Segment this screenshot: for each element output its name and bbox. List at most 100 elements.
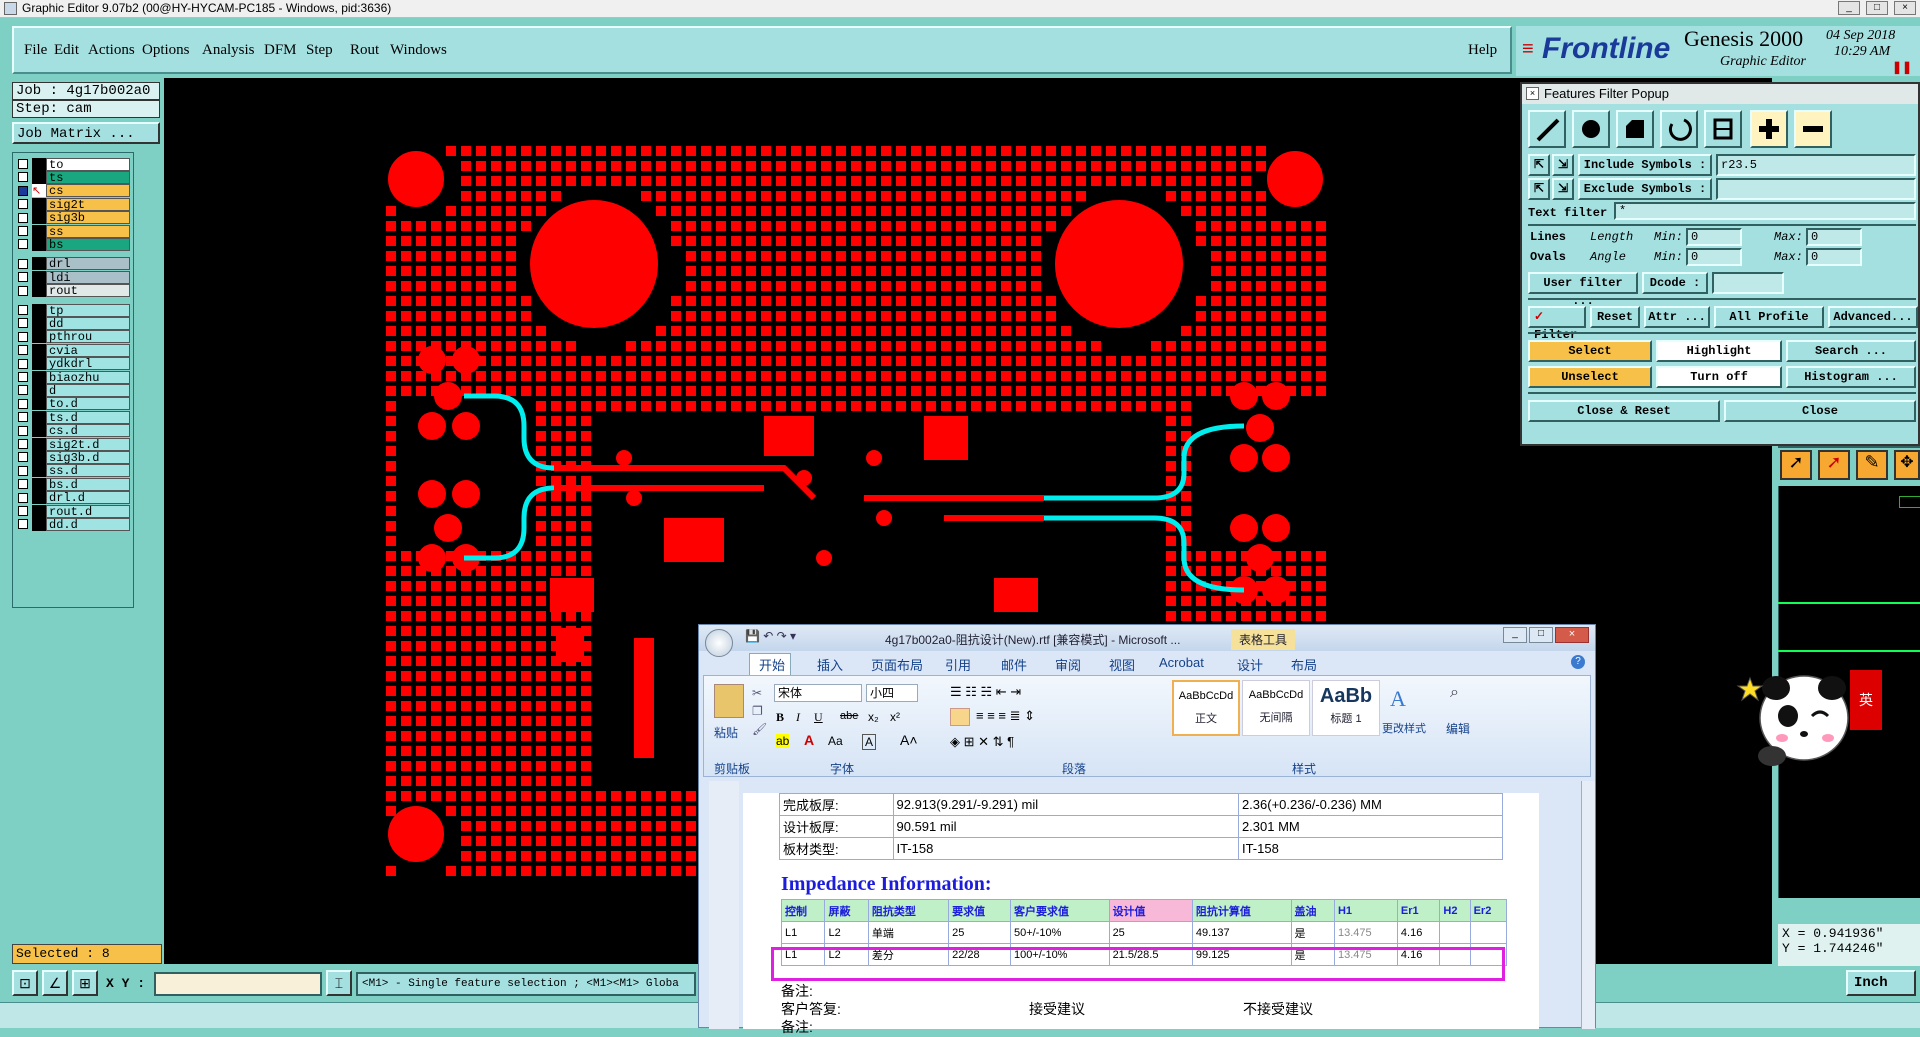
menu-windows[interactable]: Windows: [390, 42, 447, 59]
layer-checkbox[interactable]: [18, 212, 28, 223]
find-icon[interactable]: ⌕: [1450, 684, 1459, 702]
dcode-button[interactable]: Dcode :: [1642, 272, 1708, 294]
quick-access-icon[interactable]: 💾 ↶ ↷ ▾: [745, 629, 796, 643]
accept-option[interactable]: 接受建议: [1029, 999, 1085, 1019]
angle-min-input[interactable]: 0: [1686, 248, 1742, 266]
layer-name[interactable]: ydkdrl: [46, 357, 130, 371]
paste-icon[interactable]: [714, 684, 744, 718]
layer-checkbox[interactable]: [18, 492, 28, 503]
layer-checkbox[interactable]: [18, 398, 28, 409]
grid-tool-icon[interactable]: ⊞: [72, 970, 98, 996]
layer-row[interactable]: ts: [18, 170, 130, 184]
text-filter-input[interactable]: *: [1614, 202, 1916, 220]
tab-table-layout[interactable]: 布局: [1291, 655, 1317, 674]
layer-row[interactable]: dd.d: [18, 517, 130, 531]
layer-row[interactable]: cs.d: [18, 424, 130, 438]
tab-home[interactable]: 开始: [759, 655, 785, 674]
vertical-scrollbar[interactable]: [1581, 781, 1595, 1029]
select-red-arrow-icon[interactable]: ➚: [1818, 450, 1850, 480]
document-page[interactable]: 完成板厚: 92.913(9.291/-9.291) mil 2.36(+0.236…: [743, 793, 1539, 1035]
pad-filter-icon[interactable]: [1572, 110, 1610, 148]
tab-mailings[interactable]: 邮件: [1001, 655, 1027, 674]
align-left-icon[interactable]: [950, 708, 970, 726]
unit-select[interactable]: Inch: [1846, 970, 1916, 996]
font-size-select[interactable]: 小四: [866, 684, 918, 702]
layer-name[interactable]: bs: [46, 237, 130, 251]
layer-name[interactable]: drl: [46, 257, 130, 271]
layer-checkbox[interactable]: [18, 452, 28, 463]
close-reset-button[interactable]: Close & Reset: [1528, 400, 1720, 422]
menu-help[interactable]: Help: [1468, 42, 1497, 59]
zoom-tool-icon[interactable]: ⊡: [12, 970, 38, 996]
include-pick2-icon[interactable]: ⇲: [1552, 154, 1574, 176]
tab-insert[interactable]: 插入: [817, 655, 843, 674]
word-maximize-button[interactable]: □: [1529, 627, 1553, 643]
ffp-close-icon[interactable]: ×: [1526, 87, 1539, 100]
menu-actions[interactable]: Actions: [88, 42, 135, 59]
layer-checkbox[interactable]: [18, 185, 28, 196]
layer-name[interactable]: drl.d: [46, 491, 130, 505]
format-painter-icon[interactable]: 🖌: [752, 722, 767, 736]
layer-row[interactable]: ydkdrl: [18, 357, 130, 371]
layer-row[interactable]: ↖ cs: [18, 184, 130, 198]
layer-checkbox[interactable]: [18, 159, 28, 169]
copy-icon[interactable]: ❐: [752, 704, 763, 718]
layer-row[interactable]: biaozhu: [18, 370, 130, 384]
layer-row[interactable]: rout.d: [18, 504, 130, 518]
layer-checkbox[interactable]: [18, 439, 28, 449]
layer-checkbox[interactable]: [18, 385, 28, 396]
layer-checkbox[interactable]: [18, 331, 28, 342]
change-case-icon[interactable]: Aa: [828, 734, 843, 748]
highlight-button[interactable]: Highlight: [1656, 340, 1782, 362]
layer-checkbox[interactable]: [18, 412, 28, 423]
layer-name[interactable]: sig3b.d: [46, 450, 130, 464]
layer-checkbox[interactable]: [18, 172, 28, 183]
close-filter-button[interactable]: Close: [1724, 400, 1916, 422]
exclude-symbols-input[interactable]: [1716, 178, 1916, 200]
surface-filter-icon[interactable]: [1616, 110, 1654, 148]
turn-off-button[interactable]: Turn off: [1656, 366, 1782, 388]
layer-name[interactable]: cs: [46, 184, 130, 198]
xy-input[interactable]: [154, 972, 322, 996]
cut-icon[interactable]: ✂: [752, 686, 762, 700]
layer-checkbox[interactable]: [18, 479, 28, 490]
layer-name[interactable]: bs.d: [46, 477, 130, 491]
menu-dfm[interactable]: DFM: [264, 42, 297, 59]
layer-name[interactable]: tp: [46, 303, 130, 317]
layer-row[interactable]: drl.d: [18, 491, 130, 505]
length-checkbox[interactable]: Length: [1590, 230, 1633, 244]
layer-name[interactable]: rout: [46, 284, 130, 298]
text-filter-icon[interactable]: [1704, 110, 1742, 148]
add-icon[interactable]: [1750, 110, 1788, 148]
bullets-icon[interactable]: ☰ ☷ ☵ ⇤ ⇥: [950, 684, 1021, 700]
layer-checkbox[interactable]: [18, 372, 28, 382]
layer-name[interactable]: cs.d: [46, 424, 130, 438]
maximize-button[interactable]: □: [1866, 1, 1888, 15]
layer-name[interactable]: sig2t.d: [46, 437, 130, 451]
layer-row[interactable]: pthrou: [18, 330, 130, 344]
layer-row[interactable]: sig3b: [18, 211, 130, 225]
highlight-color-icon[interactable]: ab: [776, 734, 790, 748]
layer-name[interactable]: pthrou: [46, 330, 130, 344]
font-name-select[interactable]: 宋体: [774, 684, 862, 702]
include-symbols-input[interactable]: r23.5: [1716, 154, 1916, 176]
layer-row[interactable]: dd: [18, 316, 130, 330]
layer-row[interactable]: ss.d: [18, 464, 130, 478]
tab-references[interactable]: 引用: [945, 655, 971, 674]
layer-name[interactable]: ss.d: [46, 464, 130, 478]
layer-row[interactable]: ts.d: [18, 410, 130, 424]
style-normal[interactable]: AaBbCcDd 正文: [1172, 680, 1240, 736]
angle-max-input[interactable]: 0: [1806, 248, 1862, 266]
layer-name[interactable]: cvia: [46, 343, 130, 357]
office-button-icon[interactable]: [705, 629, 733, 657]
superscript-icon[interactable]: x²: [890, 710, 900, 724]
layer-row[interactable]: bs.d: [18, 477, 130, 491]
layer-checkbox[interactable]: [18, 239, 28, 250]
dcode-input[interactable]: [1712, 272, 1784, 294]
change-styles-icon[interactable]: A: [1390, 686, 1406, 712]
exclude-symbols-button[interactable]: Exclude Symbols :: [1578, 178, 1712, 200]
ovals-checkbox[interactable]: Ovals: [1530, 250, 1566, 264]
tab-design[interactable]: 设计: [1237, 655, 1263, 674]
layer-name[interactable]: ts: [46, 170, 130, 184]
strike-icon[interactable]: abe: [840, 710, 858, 722]
